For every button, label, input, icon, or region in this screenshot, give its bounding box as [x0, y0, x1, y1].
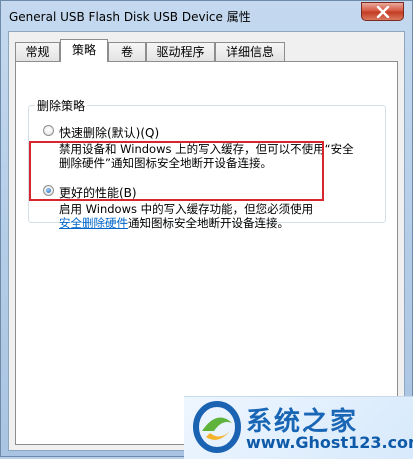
better-performance-description: 启用 Windows 中的写入缓存功能，但您必须使用 安全删除硬件通知图标安全地… — [59, 202, 313, 230]
title-bar[interactable]: General USB Flash Disk USB Device 属性 — [1, 1, 412, 31]
red-highlight-box — [29, 141, 324, 201]
better-performance-desc-line2-rest: 通知图标安全地断开设备连接。 — [128, 216, 289, 230]
group-label: 删除策略 — [35, 97, 88, 114]
policies-panel: 删除策略 快速删除(默认)(Q) 禁用设备和 Windows 上的写入缓存，但可… — [15, 61, 398, 445]
tab-volumes[interactable]: 卷 — [108, 42, 146, 61]
tab-general[interactable]: 常规 — [15, 42, 60, 61]
site-logo-icon — [193, 401, 241, 453]
quick-removal-label[interactable]: 快速删除(默认)(Q) — [59, 124, 159, 141]
tab-strip: 常规 策略 卷 驱动程序 详细信息 — [15, 39, 395, 62]
tab-driver[interactable]: 驱动程序 — [146, 42, 215, 61]
tab-policies[interactable]: 策略 — [60, 39, 108, 62]
window-title: General USB Flash Disk USB Device 属性 — [9, 10, 251, 24]
better-performance-desc-line2: 安全删除硬件通知图标安全地断开设备连接。 — [59, 216, 313, 230]
properties-window: General USB Flash Disk USB Device 属性 常规 … — [0, 0, 413, 459]
quick-removal-option[interactable]: 快速删除(默认)(Q) — [43, 124, 243, 141]
tab-details[interactable]: 详细信息 — [215, 42, 285, 61]
close-icon — [376, 6, 390, 18]
site-watermark: 系统之家 www.Ghost123.com — [184, 396, 413, 459]
quick-removal-radio[interactable] — [43, 125, 54, 136]
safely-remove-hardware-link[interactable]: 安全删除硬件 — [59, 216, 128, 230]
watermark-url: www.Ghost123.com — [246, 433, 413, 452]
dialog-client-area: 常规 策略 卷 驱动程序 详细信息 删除策略 快速删除(默认)(Q) 禁用设备和… — [8, 31, 405, 451]
close-button[interactable] — [361, 2, 404, 21]
better-performance-desc-line1: 启用 Windows 中的写入缓存功能，但您必须使用 — [59, 202, 314, 216]
